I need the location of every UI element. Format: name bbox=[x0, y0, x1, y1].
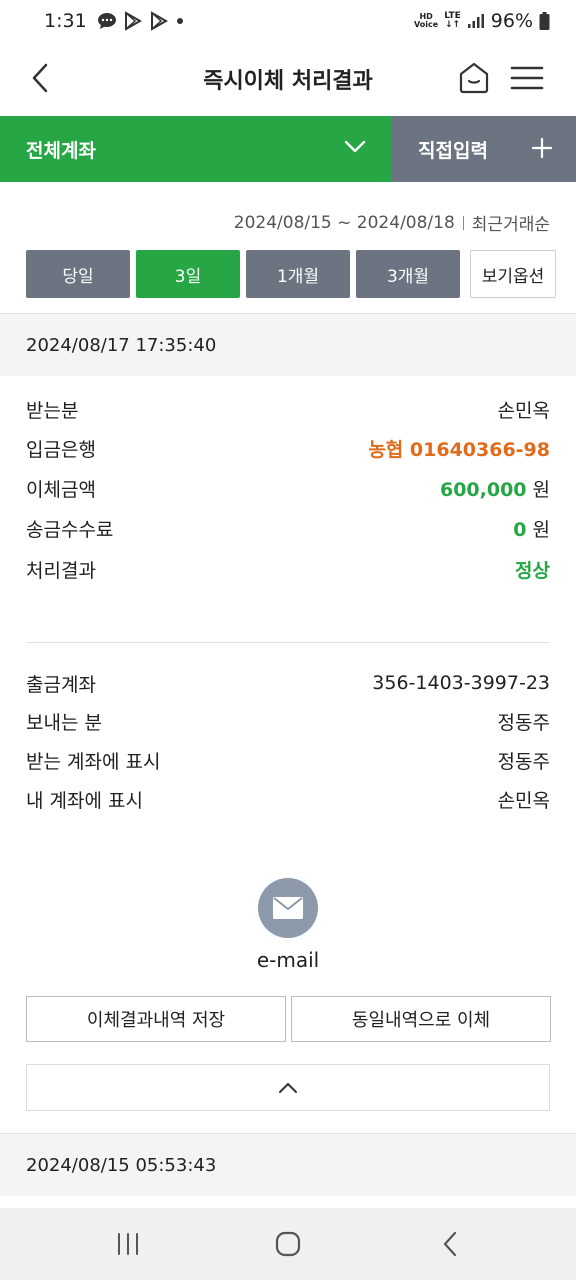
chat-bubble-icon bbox=[97, 13, 116, 29]
menu-button[interactable] bbox=[508, 60, 546, 96]
repeat-transfer-button[interactable]: 동일내역으로 이체 bbox=[291, 996, 551, 1042]
account-bar: 전체계좌 직접입력 bbox=[0, 116, 576, 182]
divider bbox=[26, 642, 550, 643]
sender-name: 정동주 bbox=[497, 711, 550, 734]
status-time: 1:31 bbox=[44, 10, 87, 32]
direct-input-label: 직접입력 bbox=[418, 139, 488, 162]
detail-row-bank: 입금은행 농협 01640366-98 bbox=[26, 433, 550, 463]
transaction-datetime: 2024/08/17 17:35:40 bbox=[26, 334, 217, 356]
detail-row-my-display: 내 계좌에 표시 손민옥 bbox=[26, 784, 550, 814]
period-3month-button[interactable]: 3개월 bbox=[356, 250, 460, 298]
chevron-up-icon bbox=[279, 1082, 297, 1093]
play-store-icon bbox=[124, 11, 142, 31]
home-circle-icon bbox=[275, 1231, 301, 1257]
back-nav-icon bbox=[443, 1231, 457, 1257]
date-range-text: 2024/08/15 ~ 2024/08/18 bbox=[233, 212, 455, 233]
deposit-bank-account: 농협 01640366-98 bbox=[368, 438, 550, 461]
battery-percent: 96% bbox=[490, 10, 533, 32]
account-dropdown[interactable]: 전체계좌 bbox=[0, 116, 392, 182]
recent-apps-button[interactable] bbox=[108, 1228, 148, 1260]
detail-row-sender: 보내는 분 정동주 bbox=[26, 706, 550, 736]
home-nav-button[interactable] bbox=[268, 1228, 308, 1260]
home-button[interactable] bbox=[456, 60, 492, 96]
email-button[interactable] bbox=[258, 878, 318, 938]
back-nav-button[interactable] bbox=[430, 1228, 470, 1260]
detail-label: 송금수수료 bbox=[26, 518, 114, 541]
sort-order[interactable]: 최근거래순 bbox=[472, 210, 550, 235]
recipient-name: 손민옥 bbox=[497, 399, 550, 422]
period-selector: 당일 3일 1개월 3개월 보기옵션 bbox=[26, 250, 556, 298]
period-3day-button[interactable]: 3일 bbox=[136, 250, 240, 298]
collapse-button[interactable] bbox=[26, 1064, 550, 1111]
transfer-fee: 0원 bbox=[513, 518, 550, 541]
detail-row-withdraw-account: 출금계좌 356-1403-3997-23 bbox=[26, 668, 550, 698]
withdraw-account-number: 356-1403-3997-23 bbox=[372, 672, 550, 694]
detail-label: 받는 계좌에 표시 bbox=[26, 750, 161, 773]
view-option-button[interactable]: 보기옵션 bbox=[470, 250, 556, 298]
processing-result: 정상 bbox=[515, 559, 550, 582]
hamburger-menu-icon bbox=[510, 66, 544, 90]
transaction-datetime: 2024/08/15 05:53:43 bbox=[26, 1154, 217, 1176]
detail-row-fee: 송금수수료 0원 bbox=[26, 513, 550, 543]
signal-icon bbox=[467, 14, 484, 28]
detail-row-recipient: 받는분 손민옥 bbox=[26, 394, 550, 424]
detail-label: 받는분 bbox=[26, 399, 79, 422]
detail-label: 보내는 분 bbox=[26, 711, 102, 734]
detail-label: 이체금액 bbox=[26, 478, 96, 501]
my-account-display: 손민옥 bbox=[497, 789, 550, 812]
recipient-account-display: 정동주 bbox=[497, 750, 550, 773]
detail-label: 처리결과 bbox=[26, 559, 96, 582]
home-icon bbox=[459, 62, 489, 94]
detail-row-recipient-display: 받는 계좌에 표시 정동주 bbox=[26, 745, 550, 775]
hd-voice-icon: HD Voice bbox=[414, 12, 439, 29]
detail-label: 출금계좌 bbox=[26, 673, 96, 696]
save-result-button[interactable]: 이체결과내역 저장 bbox=[26, 996, 286, 1042]
date-range: 2024/08/15 ~ 2024/08/18 최근거래순 bbox=[233, 210, 550, 236]
transaction-date-header[interactable]: 2024/08/17 17:35:40 bbox=[0, 314, 576, 376]
chevron-left-icon bbox=[32, 63, 48, 93]
plus-icon bbox=[531, 137, 553, 159]
chevron-down-icon bbox=[344, 140, 366, 153]
transaction-date-header[interactable]: 2024/08/15 05:53:43 bbox=[0, 1134, 576, 1196]
detail-row-result: 처리결과 정상 bbox=[26, 554, 550, 584]
envelope-icon bbox=[273, 897, 303, 919]
app-header: 즉시이체 처리결과 bbox=[0, 44, 576, 114]
lte-icon: LTE ↓↑ bbox=[444, 11, 461, 30]
period-today-button[interactable]: 당일 bbox=[26, 250, 130, 298]
back-button[interactable] bbox=[22, 58, 58, 98]
email-label: e-mail bbox=[256, 948, 320, 972]
status-bar: 1:31 HD Voice LTE ↓↑ 96% bbox=[0, 0, 576, 42]
detail-row-amount: 이체금액 600,000 원 bbox=[26, 473, 550, 503]
detail-label: 내 계좌에 표시 bbox=[26, 789, 143, 812]
detail-label: 입금은행 bbox=[26, 438, 96, 461]
divider bbox=[462, 215, 464, 230]
battery-icon bbox=[539, 12, 550, 30]
system-nav-bar bbox=[0, 1208, 576, 1280]
direct-input-button[interactable]: 직접입력 bbox=[392, 116, 576, 182]
dot-icon bbox=[176, 18, 183, 24]
period-1month-button[interactable]: 1개월 bbox=[246, 250, 350, 298]
play-store-icon bbox=[150, 11, 168, 31]
transfer-amount: 600,000 원 bbox=[439, 478, 550, 501]
recent-apps-icon bbox=[118, 1233, 138, 1255]
account-dropdown-label: 전체계좌 bbox=[26, 139, 96, 162]
